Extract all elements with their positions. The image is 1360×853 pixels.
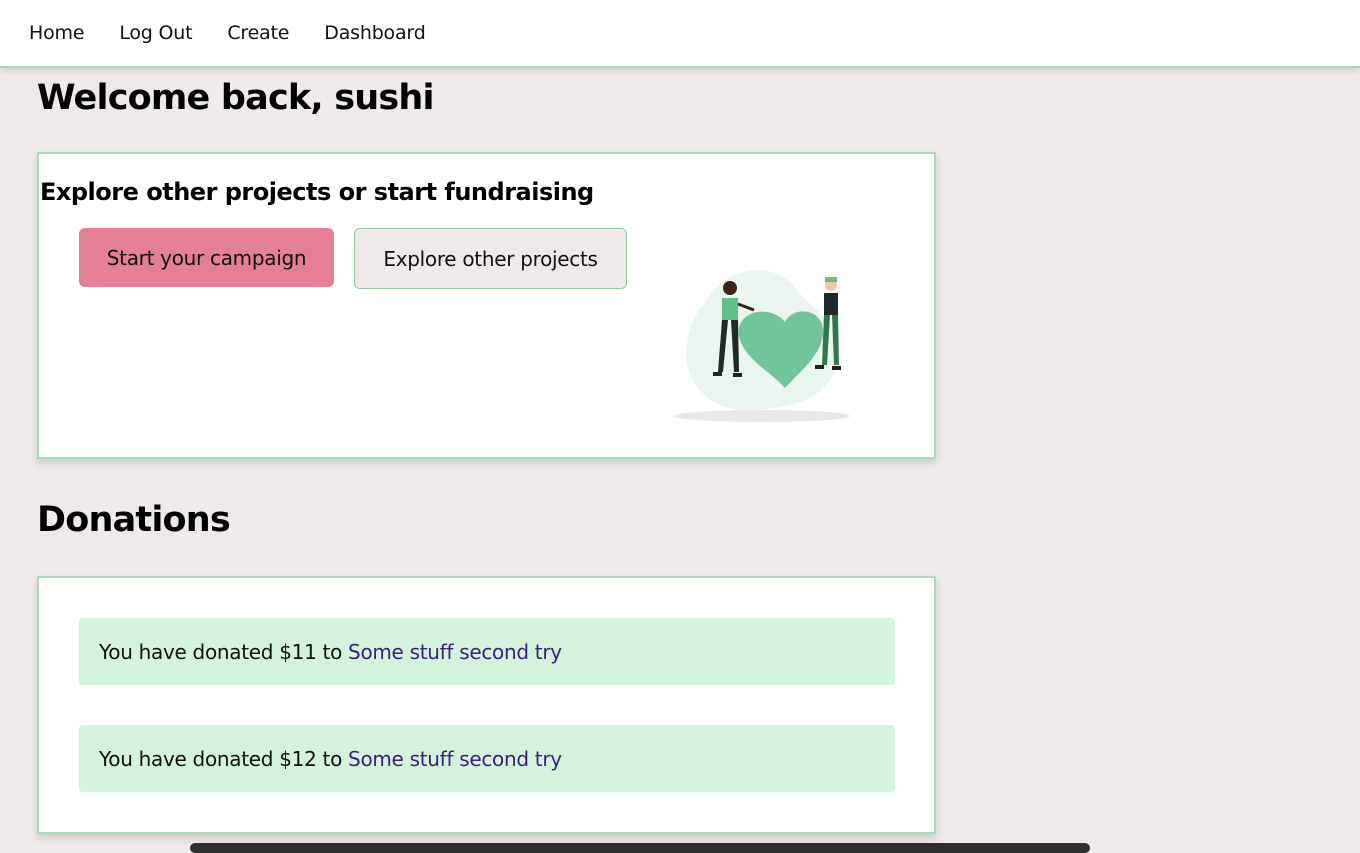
welcome-heading: Welcome back, sushi [37, 78, 435, 118]
bottom-overlay-bar [190, 843, 1090, 853]
people-with-heart-illustration [674, 270, 850, 422]
top-navbar: Home Log Out Create Dashboard [0, 0, 1360, 68]
nav-logout-link[interactable]: Log Out [119, 22, 192, 44]
donation-item: You have donated $11 to Some stuff secon… [79, 618, 895, 685]
donations-card: You have donated $11 to Some stuff secon… [37, 576, 936, 834]
donation-item: You have donated $12 to Some stuff secon… [79, 725, 895, 792]
donation-text: You have donated $11 to [99, 639, 343, 664]
donation-project-link[interactable]: Some stuff second try [348, 747, 562, 771]
explore-card-title: Explore other projects or start fundrais… [40, 178, 594, 206]
start-campaign-button[interactable]: Start your campaign [79, 228, 334, 287]
donation-project-link[interactable]: Some stuff second try [348, 640, 562, 664]
explore-projects-button[interactable]: Explore other projects [354, 228, 627, 289]
donations-heading: Donations [37, 500, 231, 540]
nav-create-link[interactable]: Create [227, 22, 289, 44]
donation-text: You have donated $12 to [99, 746, 343, 771]
nav-dashboard-link[interactable]: Dashboard [324, 22, 425, 44]
explore-card: Explore other projects or start fundrais… [37, 152, 936, 459]
nav-home-link[interactable]: Home [29, 22, 85, 44]
